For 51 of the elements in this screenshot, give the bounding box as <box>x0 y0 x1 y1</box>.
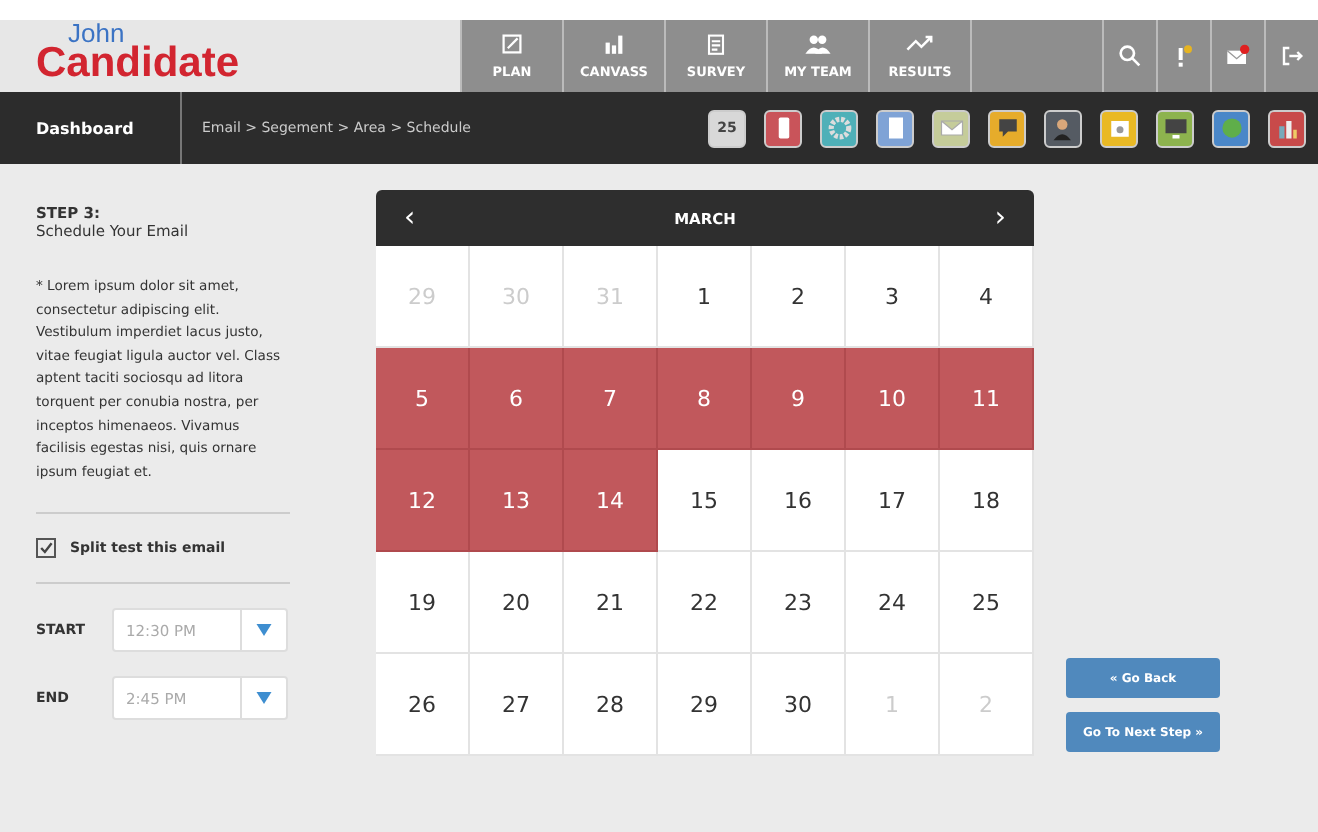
notepad-icon <box>702 32 730 56</box>
logo-first-name: John <box>68 20 125 46</box>
logout-icon <box>1280 44 1304 68</box>
calendar-day[interactable]: 10 <box>846 348 940 450</box>
split-test-checkbox[interactable] <box>36 538 56 559</box>
calendar-day[interactable]: 27 <box>470 654 564 756</box>
trend-icon <box>906 32 934 56</box>
chat-app-icon[interactable] <box>988 109 1026 147</box>
calendar-day[interactable]: 23 <box>752 552 846 654</box>
people-icon <box>804 32 832 56</box>
calendar-day[interactable]: 18 <box>940 450 1034 552</box>
calendar-day[interactable]: 30 <box>752 654 846 756</box>
chart-app-icon[interactable] <box>1268 109 1306 147</box>
search-icon <box>1118 44 1142 68</box>
bar-chart-icon <box>600 32 628 56</box>
calendar-day[interactable]: 7 <box>564 348 658 450</box>
next-month-button[interactable]: › <box>966 202 1034 234</box>
gear-app-icon[interactable] <box>820 109 858 147</box>
phone-app-icon[interactable] <box>764 109 802 147</box>
calendar-day[interactable]: 17 <box>846 450 940 552</box>
calendar-day[interactable]: 14 <box>564 450 658 552</box>
mail-app-icon[interactable] <box>932 109 970 147</box>
globe-app-icon[interactable] <box>1212 109 1250 147</box>
calendar-day[interactable]: 12 <box>376 450 470 552</box>
dashboard-link[interactable]: Dashboard <box>0 92 182 164</box>
calendar-day[interactable]: 29 <box>658 654 752 756</box>
calendar-day[interactable]: 22 <box>658 552 752 654</box>
window-app-icon[interactable] <box>1100 109 1138 147</box>
calendar-day[interactable]: 19 <box>376 552 470 654</box>
calendar-day[interactable]: 13 <box>470 450 564 552</box>
calendar-day[interactable]: 20 <box>470 552 564 654</box>
calendar-day[interactable]: 24 <box>846 552 940 654</box>
person-app-icon[interactable] <box>1044 109 1082 147</box>
calendar-day[interactable]: 8 <box>658 348 752 450</box>
calendar-day[interactable]: 21 <box>564 552 658 654</box>
document-app-icon[interactable] <box>876 109 914 147</box>
calendar-day[interactable]: 11 <box>940 348 1034 450</box>
dropdown-caret-icon <box>256 692 272 705</box>
calendar-day[interactable]: 9 <box>752 348 846 450</box>
edit-icon <box>498 32 526 56</box>
calendar-day[interactable]: 25 <box>940 552 1034 654</box>
calendar-day[interactable]: 6 <box>470 348 564 450</box>
calendar-day[interactable]: 15 <box>658 450 752 552</box>
calendar-day[interactable]: 16 <box>752 450 846 552</box>
previous-month-button[interactable]: ‹ <box>376 202 444 234</box>
calendar-day[interactable]: 5 <box>376 348 470 450</box>
calendar-day[interactable]: 28 <box>564 654 658 756</box>
calendar-day[interactable]: 26 <box>376 654 470 756</box>
monitor-app-icon[interactable] <box>1156 109 1194 147</box>
logo-last-name: Candidate <box>36 42 242 84</box>
dropdown-caret-icon <box>256 624 272 637</box>
